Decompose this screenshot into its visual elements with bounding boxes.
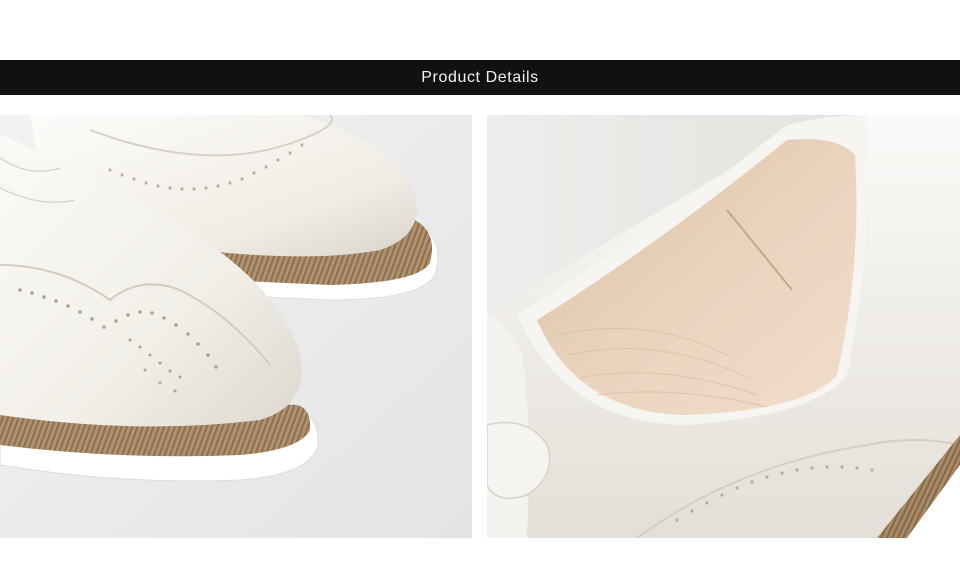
brogue-lining-illustration bbox=[487, 115, 960, 538]
product-photo-lining bbox=[487, 115, 960, 538]
section-title: Product Details bbox=[421, 68, 539, 86]
brogue-toe-illustration bbox=[0, 115, 472, 538]
product-photo-toe bbox=[0, 115, 472, 538]
section-header-bar: Product Details bbox=[0, 60, 960, 95]
